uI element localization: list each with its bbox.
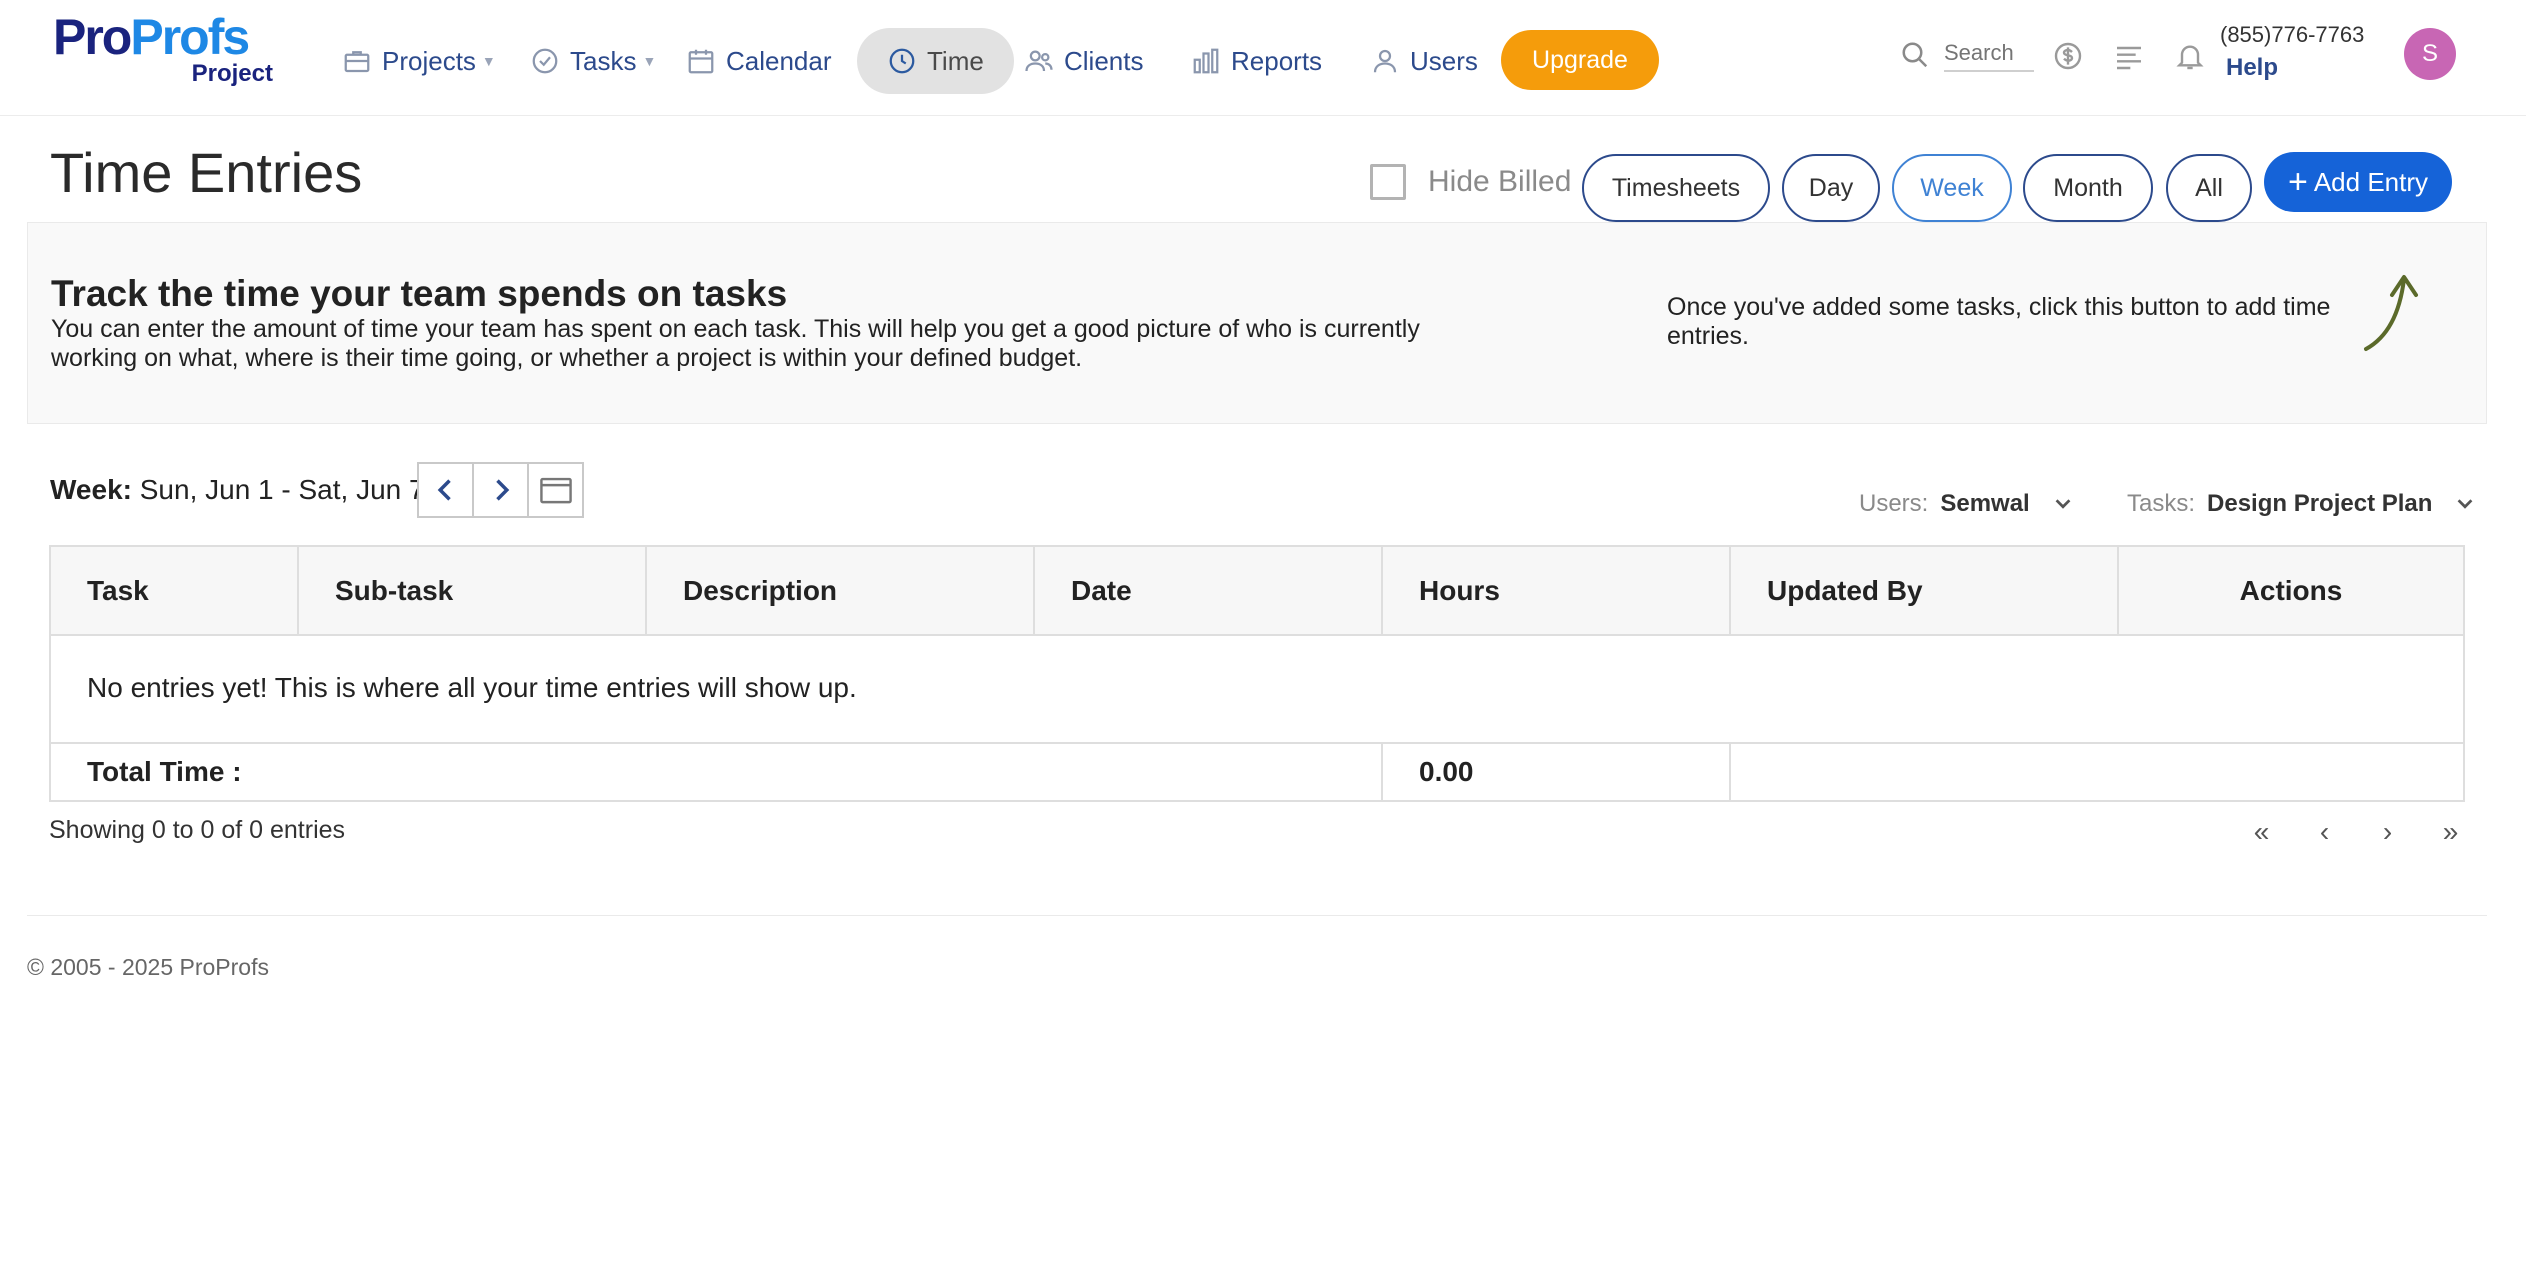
view-all-button[interactable]: All [2166,154,2252,222]
nav-projects-label: Projects [382,45,476,76]
view-week-button[interactable]: Week [1892,154,2012,222]
prev-page-button[interactable]: ‹ [2293,816,2356,848]
billing-dollar-icon[interactable] [2052,40,2084,72]
entries-count: Showing 0 to 0 of 0 entries [49,816,346,844]
calendar-icon [539,477,572,504]
total-time-label: Total Time : [51,744,1383,800]
column-header-date[interactable]: Date [1035,547,1383,634]
nav-time-label: Time [927,45,984,76]
curved-arrow-icon [2364,275,2418,351]
nav-clients-label: Clients [1064,45,1144,76]
nav-tasks[interactable]: Tasks ▼ [530,28,656,94]
nav-calendar-label: Calendar [726,45,832,76]
help-link[interactable]: Help [2226,54,2278,82]
total-time-value: 0.00 [1383,744,1731,800]
total-time-empty-cell [1731,744,2463,800]
nav-users[interactable]: Users [1370,28,1478,94]
nav-time[interactable]: Time [857,28,1014,94]
users-filter[interactable]: Users: Semwal [1859,490,2074,518]
view-day-button[interactable]: Day [1782,154,1880,222]
clients-icon [1025,50,1053,72]
prev-week-button[interactable] [417,462,474,518]
week-range-display: Week: Sun, Jun 1 - Sat, Jun 7 [50,474,425,506]
clock-icon [889,48,915,74]
nav-tasks-label: Tasks [570,45,637,76]
briefcase-icon [344,51,370,73]
first-page-button[interactable]: « [2230,816,2293,848]
column-header-actions: Actions [2239,574,2343,606]
banner-text: You can enter the amount of time your te… [51,315,1420,372]
column-header-updated-by[interactable]: Updated By [1731,547,2119,634]
support-phone: (855)776-7763 [2220,22,2365,47]
logo-profs-text: Profs [130,9,250,65]
page-title: Time Entries [50,141,363,204]
nav-users-label: Users [1410,45,1478,76]
week-label: Week: [50,474,132,505]
table-header-row: Task Sub-task Description Date Hours Upd… [49,545,2465,636]
add-entry-label: Add Entry [2313,166,2429,197]
nav-projects[interactable]: Projects ▼ [342,28,496,94]
nav-calendar[interactable]: Calendar [686,28,832,94]
total-time-row: Total Time : 0.00 [49,742,2465,802]
pagination: « ‹ › » [2230,816,2482,848]
hide-billed-toggle[interactable]: Hide Billed [1370,164,1571,200]
chevron-down-icon: ▼ [481,53,496,69]
logo-sub-text: Project [191,60,273,87]
plus-icon: + [2287,163,2308,201]
page: ProProfs Project Projects ▼ Tasks ▼ Calend… [0,0,2526,1282]
info-banner: Track the time your team spends on tasks… [27,222,2487,424]
last-page-button[interactable]: » [2419,816,2482,848]
view-timesheets-button[interactable]: Timesheets [1582,154,1770,222]
column-header-subtask[interactable]: Sub-task [299,547,647,634]
users-filter-label: Users: [1859,490,1929,517]
search-icon[interactable] [1900,40,1930,70]
date-picker-button[interactable] [527,462,584,518]
chevron-down-icon [2458,499,2473,509]
hide-billed-checkbox[interactable] [1370,164,1406,200]
week-navigation [417,462,584,518]
check-circle-icon [532,48,558,74]
next-week-button[interactable] [472,462,529,518]
footer-divider [27,915,2487,916]
search-box [1900,38,2034,72]
chevron-down-icon [2055,499,2071,509]
tasks-filter[interactable]: Tasks: Design Project Plan [2127,490,2476,518]
view-month-button[interactable]: Month [2023,154,2153,222]
nav-clients[interactable]: Clients [1024,28,1143,94]
top-navbar: ProProfs Project Projects ▼ Tasks ▼ Calend… [0,0,2526,116]
bar-chart-icon [1193,48,1219,74]
calendar-icon [688,49,714,74]
nav-reports[interactable]: Reports [1191,28,1322,94]
proprofs-logo[interactable]: ProProfs Project [53,12,273,88]
chevron-down-icon: ▼ [642,53,657,69]
nav-reports-label: Reports [1231,45,1323,76]
column-header-task[interactable]: Task [51,547,299,634]
column-header-hours[interactable]: Hours [1383,547,1731,634]
bell-icon[interactable] [2174,40,2206,72]
next-page-button[interactable]: › [2356,816,2419,848]
hide-billed-label: Hide Billed [1428,165,1572,198]
logo-pro-text: Pro [53,9,132,65]
activity-feed-icon[interactable] [2113,40,2145,72]
week-range: Sun, Jun 1 - Sat, Jun 7 [139,474,425,505]
empty-state-message: No entries yet! This is where all your t… [49,634,2465,744]
tasks-filter-label: Tasks: [2127,490,2196,517]
users-filter-value: Semwal [1940,490,2030,517]
upgrade-button[interactable]: Upgrade [1501,30,1659,90]
add-entry-button[interactable]: + Add Entry [2264,152,2452,212]
chevron-right-icon [495,479,509,501]
column-header-description[interactable]: Description [647,547,1035,634]
user-avatar[interactable]: S [2404,28,2456,80]
banner-hint: Once you've added some tasks, click this… [1667,293,2331,350]
user-icon [1373,49,1397,73]
tasks-filter-value: Design Project Plan [2207,490,2433,517]
search-input[interactable] [1944,38,2034,72]
chevron-left-icon [437,479,451,501]
banner-title: Track the time your team spends on tasks [51,273,788,314]
footer-copyright: © 2005 - 2025 ProProfs [27,954,269,980]
